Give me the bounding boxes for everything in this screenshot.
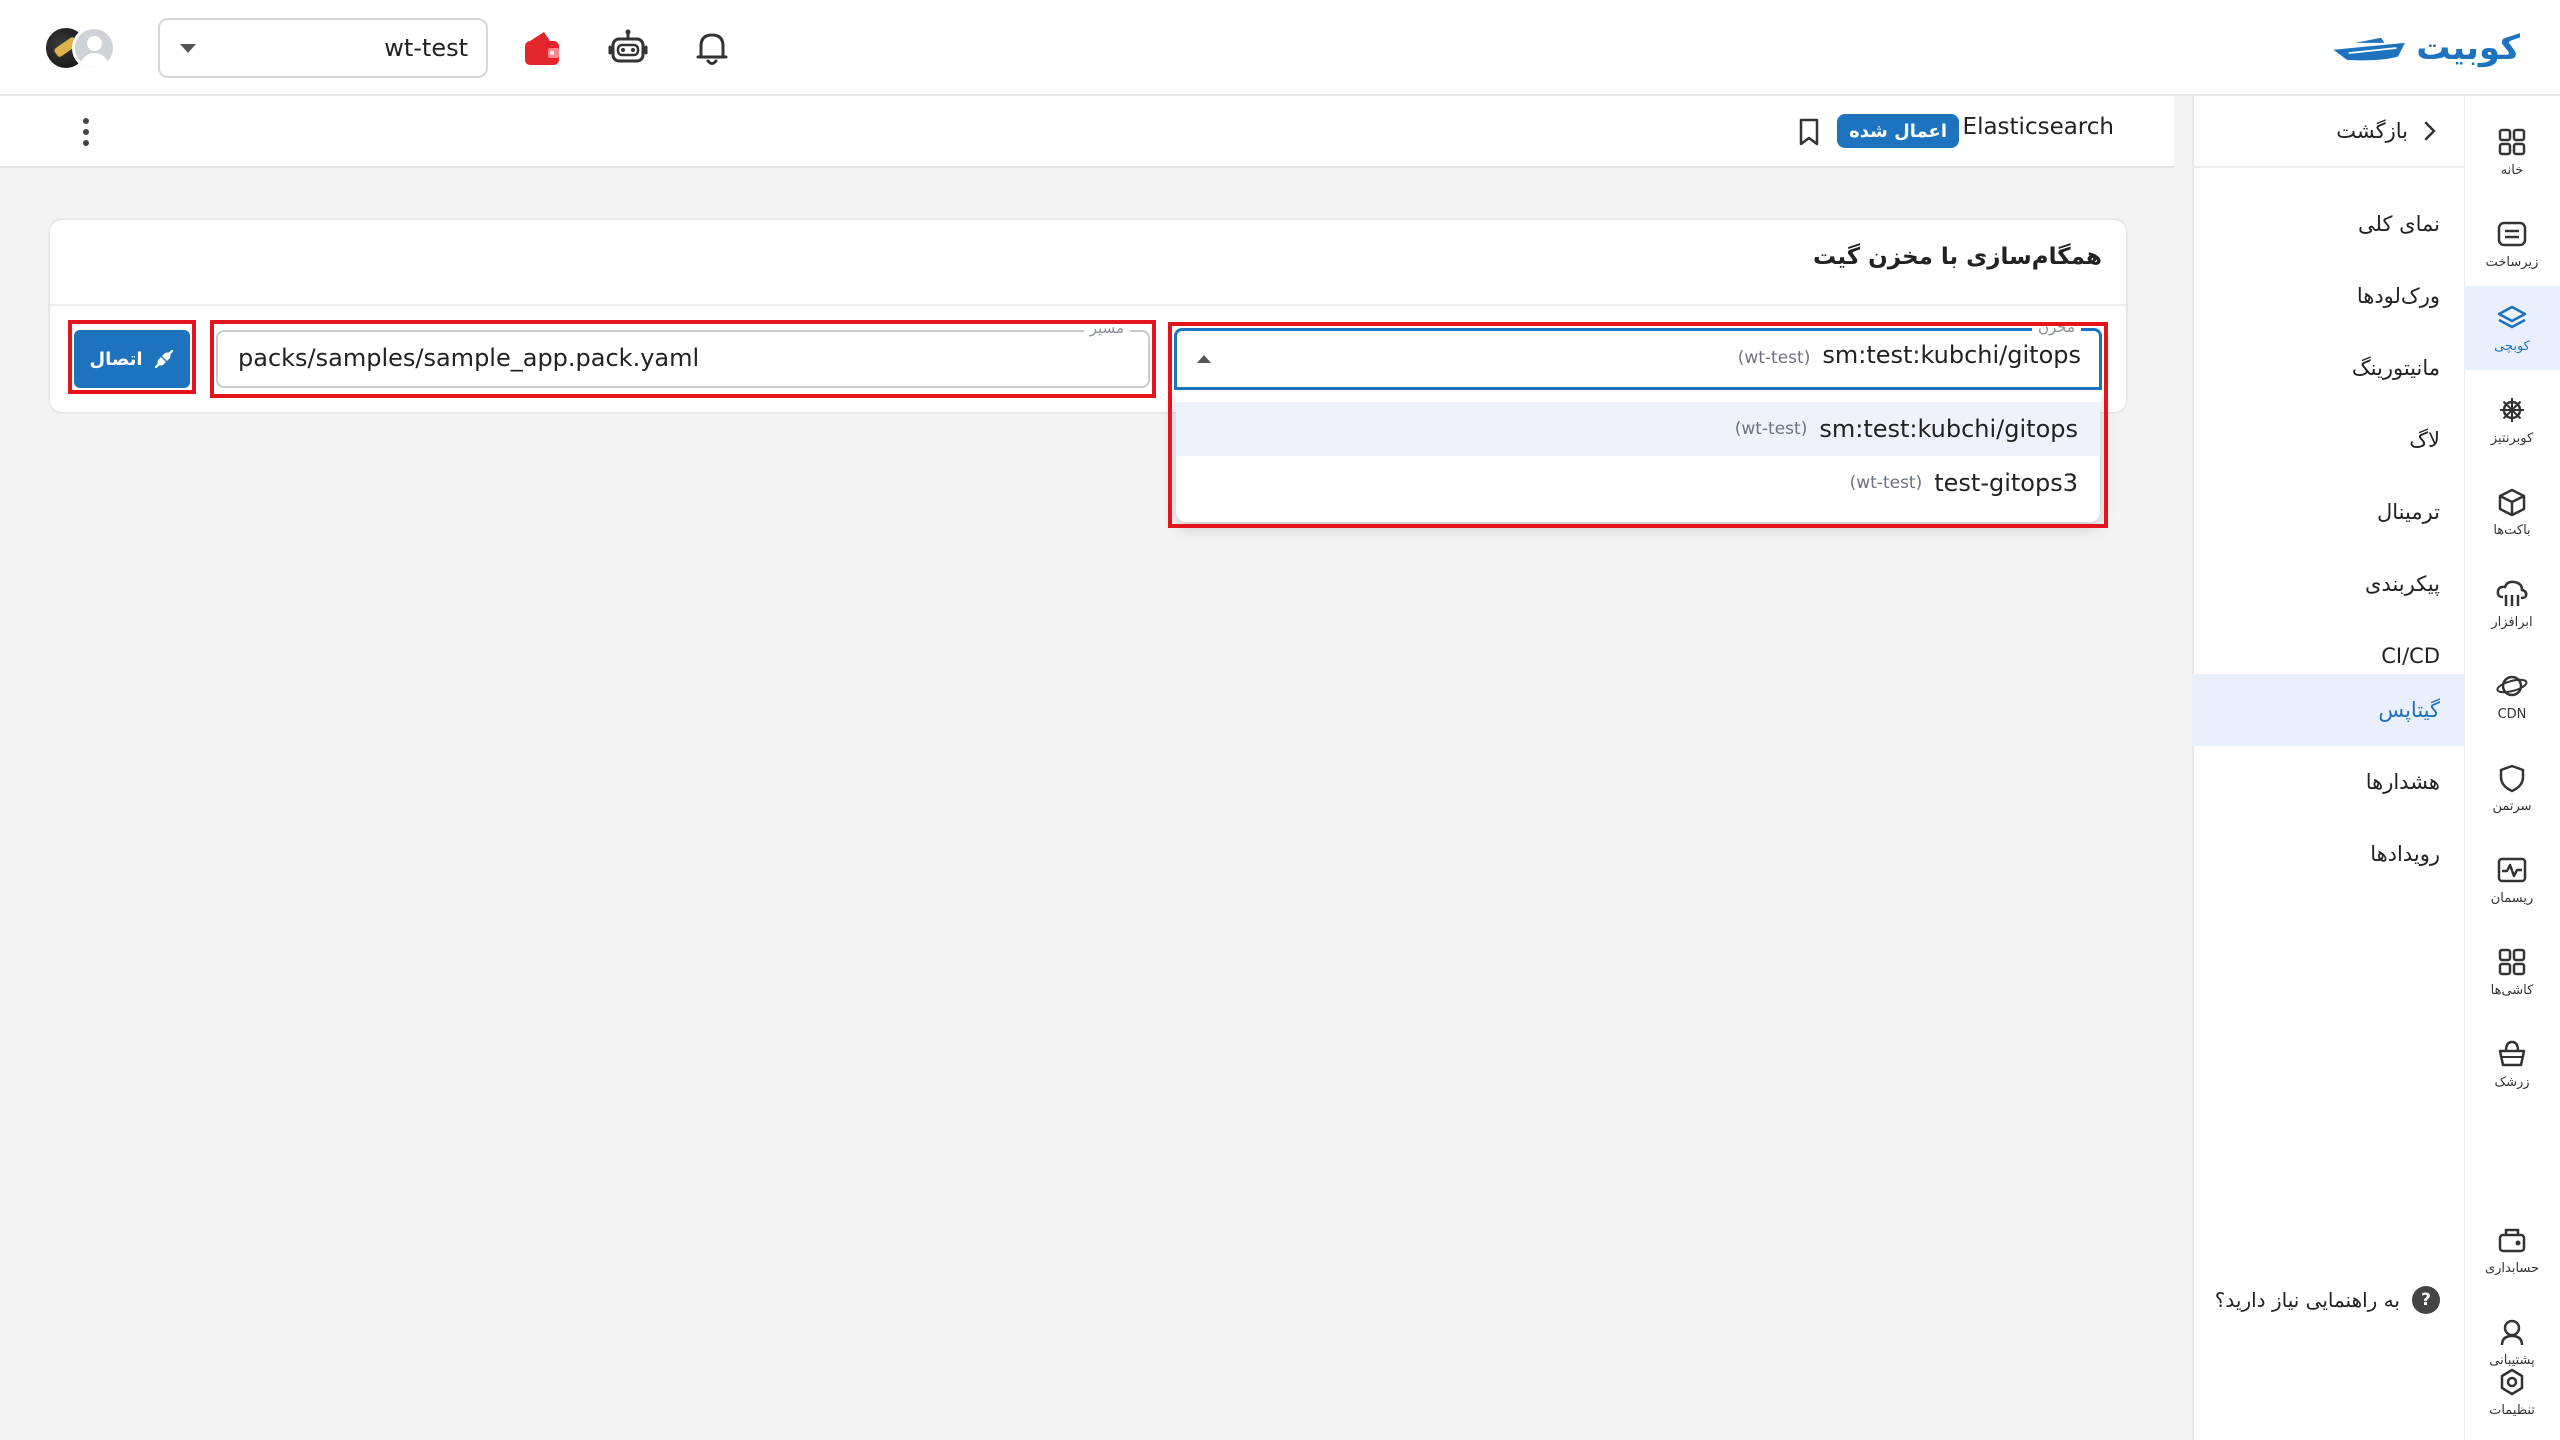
layers-icon [2497, 305, 2527, 328]
rail-item-accounting[interactable]: حسابداری [2464, 1208, 2560, 1292]
helm-icon [2500, 397, 2524, 422]
menu-item-terminal[interactable]: ترمینال [2192, 476, 2464, 548]
rail-label: کاشی‌ها [2490, 982, 2534, 998]
tiles-icon [2498, 948, 2526, 975]
rail-label: سرتمن [2492, 798, 2532, 814]
rail-label: زرشک [2494, 1074, 2530, 1090]
highlight-box [1168, 322, 2108, 528]
brand-name: کوبیت [2416, 28, 2520, 68]
rail-label: کوبرنتیز [2490, 430, 2534, 446]
boat-logo-icon [2333, 37, 2405, 61]
rail-item-settings[interactable]: تنظیمات [2464, 1350, 2560, 1434]
help-link[interactable]: ? به راهنمایی نیاز دارید؟ [2215, 1280, 2440, 1320]
rail-item-kubernetes[interactable]: کوبرنتیز [2464, 378, 2560, 462]
rail-item-sartaman[interactable]: سرتمن [2464, 746, 2560, 830]
menu-item-events[interactable]: رویدادها [2192, 818, 2464, 890]
rail-item-tiles[interactable]: کاشی‌ها [2464, 930, 2560, 1014]
menu-item-alerts[interactable]: هشدارها [2192, 746, 2464, 818]
more-options-icon[interactable] [78, 118, 94, 148]
menu-item-gitops[interactable]: گیتاپس [2192, 674, 2464, 746]
help-label: به راهنمایی نیاز دارید؟ [2214, 1288, 2400, 1312]
rail-item-cdn[interactable]: CDN [2464, 654, 2560, 738]
chevron-down-icon [180, 43, 196, 53]
rail-label: زیرساخت [2485, 254, 2539, 270]
bell-icon[interactable] [690, 26, 734, 70]
rail-label: کوبچی [2494, 338, 2530, 354]
status-badge: اعمال شده [1837, 114, 1959, 148]
brand-logo[interactable]: کوبیت [2330, 22, 2520, 74]
divider [50, 304, 2126, 306]
menu-item-log[interactable]: لاگ [2192, 404, 2464, 476]
rail-label: حسابداری [2484, 1260, 2540, 1276]
cloud-icon [2496, 580, 2528, 606]
rail-item-buckets[interactable]: باکت‌ها [2464, 470, 2560, 554]
settings-icon [2500, 1368, 2524, 1395]
help-icon: ? [2412, 1286, 2440, 1314]
rail-label: تنظیمات [2489, 1402, 2535, 1418]
rail-label: CDN [2497, 706, 2527, 722]
orbit-icon [2496, 675, 2528, 696]
workspace-select[interactable]: wt-test [158, 18, 488, 78]
rail-label: ابرافزار [2491, 614, 2533, 630]
account-avatars[interactable] [44, 22, 128, 74]
menu-item-monitoring[interactable]: مانیتورینگ [2192, 332, 2464, 404]
wallet-icon[interactable] [520, 26, 564, 70]
chevron-right-icon [2424, 121, 2436, 141]
back-button[interactable]: بازگشت [2192, 96, 2464, 168]
menu-item-workloads[interactable]: ورک‌لودها [2192, 260, 2464, 332]
rail-item-home[interactable]: خانه [2464, 110, 2560, 194]
card-title: همگام‌سازی با مخزن گیت [1813, 244, 2102, 270]
highlight-box [68, 320, 196, 394]
workspace-value: wt-test [384, 34, 468, 62]
shield-icon [2499, 764, 2525, 792]
server-icon [2497, 221, 2527, 246]
rail-label: باکت‌ها [2493, 522, 2531, 538]
rail-label: خانه [2500, 162, 2524, 178]
rail-item-risman[interactable]: ریسمان [2464, 838, 2560, 922]
app-name: Elasticsearch [1962, 114, 2114, 140]
top-bar: کوبیت wt-test [0, 0, 2560, 96]
icon-rail: خانه زیرساخت کوبچی کوبرنتیز باکت‌ها ابرا… [2464, 96, 2560, 1440]
pulse-icon [2497, 857, 2527, 882]
rail-item-cloud-apps[interactable]: ابرافزار [2464, 562, 2560, 646]
rail-item-kubchi[interactable]: کوبچی [2464, 286, 2560, 370]
menu-item-config[interactable]: پیکربندی [2192, 548, 2464, 620]
app-header: Elasticsearch اعمال شده [0, 96, 2174, 168]
menu-item-overview[interactable]: نمای کلی [2192, 188, 2464, 260]
accounting-icon [2498, 1228, 2526, 1252]
rail-label: ریسمان [2490, 890, 2534, 906]
back-label: بازگشت [2336, 119, 2408, 143]
robot-icon[interactable] [606, 26, 650, 70]
cube-icon [2498, 488, 2526, 516]
highlight-box [210, 320, 1156, 398]
bookmark-icon[interactable] [1794, 116, 1824, 148]
section-menu: بازگشت نمای کلی ورک‌لودها مانیتورینگ لاگ… [2192, 96, 2464, 1440]
home-grid-icon [2498, 128, 2526, 155]
support-icon [2500, 1319, 2524, 1345]
rail-item-zereshk[interactable]: زرشک [2464, 1022, 2560, 1106]
user-avatar-icon [72, 26, 116, 70]
rail-item-infrastructure[interactable]: زیرساخت [2464, 202, 2560, 286]
basket-icon [2498, 1040, 2526, 1066]
